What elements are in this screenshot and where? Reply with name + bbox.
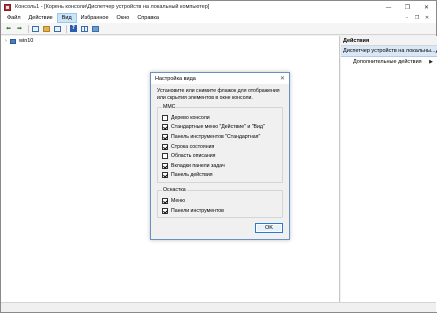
close-button[interactable]: ✕ [417,1,436,13]
mmc-option-label: Область описания [171,153,216,160]
monitor-icon [92,25,99,32]
restore-button[interactable]: ❐ [398,1,417,13]
mmc-checkbox[interactable] [162,153,168,160]
mmc-option-row[interactable]: Стандартные меню "Действие" и "Вид" [162,123,278,133]
show-hide-button[interactable] [91,24,100,33]
actions-group-device-manager[interactable]: Диспетчер устройств на локальны... ▲ [341,46,437,57]
window-title: Консоль1 - [Корень консоли\Диспетчер уст… [15,4,210,10]
mmc-checkbox[interactable] [162,143,168,150]
toolbar-separator [28,24,29,33]
snapin-checkbox[interactable] [162,207,168,214]
status-bar [1,302,436,312]
actions-group-label: Диспетчер устройств на локальны... [343,48,436,54]
mmc-checkbox[interactable] [162,133,168,140]
mmc-option-row[interactable]: Строка состояния [162,142,278,152]
snapin-checkbox[interactable] [162,197,168,204]
dialog-body: Установите или снимите флажок для отобра… [151,84,289,239]
menu-view[interactable]: Вид [56,13,77,23]
actions-item-label: Дополнительные действия [353,59,422,65]
mmc-option-row[interactable]: Панель инструментов "Стандартная" [162,132,278,142]
toolbar-separator [66,24,67,33]
properties-button[interactable] [53,24,62,33]
snapin-option-row[interactable]: Меню [162,196,278,206]
title-bar: Консоль1 - [Корень консоли\Диспетчер уст… [1,1,436,13]
open-folder-button[interactable] [42,24,51,33]
snapin-option-label: Панели инструментов [171,207,224,214]
dialog-close-icon[interactable]: ✕ [280,75,285,82]
actions-header: Действия [341,36,437,46]
grid-icon [81,25,88,32]
dialog-description: Установите или снимите флажок для отобра… [157,88,280,101]
mmc-option-label: Дерево консоли [171,114,210,121]
mmc-option-label: Строка состояния [171,143,215,150]
snapin-options-group: Оснастка Меню Панели инструментов [157,187,283,219]
customize-view-dialog: Настройка вида ✕ Установите или снимите … [150,72,290,240]
expand-chevron-icon[interactable]: › [5,38,7,44]
mmc-options-group: ММС Дерево консоли Стандартные меню "Дейс… [157,104,283,184]
menu-window[interactable]: Окно [113,13,134,23]
mmc-option-row[interactable]: Вкладки панели задач [162,161,278,171]
menu-favorites[interactable]: Избранное [77,13,113,23]
help-button[interactable]: ? [69,24,78,33]
computer-icon [10,38,16,44]
menu-bar: Файл Действие Вид Избранное Окно Справка… [1,13,436,23]
mmc-app-icon [4,3,11,11]
snapin-option-row[interactable]: Панели инструментов [162,206,278,216]
mmc-option-label: Вкладки панели задач [171,162,225,169]
snapin-group-label: Оснастка [162,187,187,194]
mmc-option-row[interactable]: Область описания [162,151,278,161]
menu-action[interactable]: Действие [25,13,57,23]
mdi-minimize-button[interactable]: – [402,13,412,23]
mdi-restore-button[interactable]: ❐ [412,13,422,23]
mmc-option-label: Стандартные меню "Действие" и "Вид" [171,124,265,131]
mdi-controls: – ❐ ✕ [402,13,432,23]
mmc-option-row[interactable]: Дерево консоли [162,113,278,123]
mmc-options-list: Дерево консоли Стандартные меню "Действие… [162,113,278,180]
menu-file[interactable]: Файл [3,13,25,23]
action-pane-toggle-button[interactable] [80,24,89,33]
tree-node-win10[interactable]: › win10 [5,38,33,44]
mmc-checkbox[interactable] [162,162,168,169]
menu-help[interactable]: Справка [133,13,163,23]
ok-button[interactable]: OK [255,223,283,233]
actions-item-more-actions[interactable]: Дополнительные действия ▶ [341,57,437,68]
actions-pane: Действия Диспетчер устройств на локальны… [341,36,437,312]
submenu-arrow-icon: ▶ [429,59,433,65]
mmc-checkbox[interactable] [162,114,168,121]
snapin-options-list: Меню Панели инструментов [162,196,278,215]
back-arrow-icon[interactable]: ⬅ [4,24,13,33]
window-controls: — ❐ ✕ [379,1,436,13]
toolbar: ⬅ ➡ ? [1,23,436,35]
forward-arrow-icon[interactable]: ➡ [15,24,24,33]
mmc-option-label: Панель действия [171,172,213,179]
minimize-button[interactable]: — [379,1,398,13]
properties-icon [54,25,61,32]
mmc-checkbox[interactable] [162,172,168,179]
tree-node-label: win10 [19,38,34,44]
mmc-checkbox[interactable] [162,124,168,131]
mmc-group-label: ММС [162,104,177,110]
mmc-option-label: Панель инструментов "Стандартная" [171,133,261,140]
folder-icon [43,25,50,32]
mdi-close-button[interactable]: ✕ [422,13,432,23]
dialog-title: Настройка вида [151,73,289,84]
snapin-option-label: Меню [171,197,186,204]
help-icon: ? [70,25,77,32]
console-tree-icon [32,25,39,32]
console-tree-toggle-button[interactable] [31,24,40,33]
mmc-option-row[interactable]: Панель действия [162,171,278,181]
